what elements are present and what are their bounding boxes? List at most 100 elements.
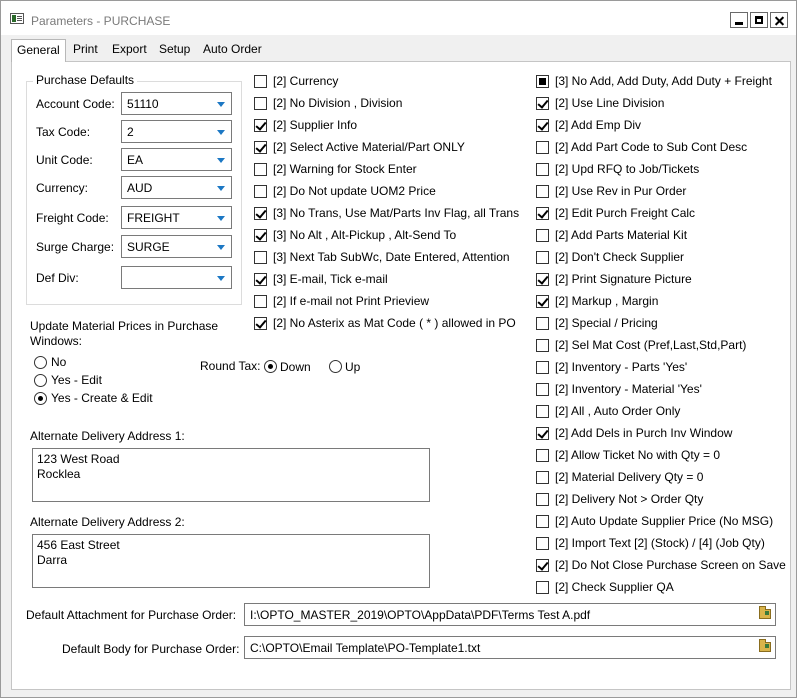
maximize-button[interactable]	[750, 12, 768, 28]
surge-charge-combo[interactable]: SURGE	[121, 235, 232, 258]
option-label: [2] Import Text [2] (Stock) / [4] (Job Q…	[555, 536, 765, 550]
freight-code-combo[interactable]: FREIGHT	[121, 206, 232, 229]
option-checkbox[interactable]	[254, 251, 267, 264]
alt-address-1-label: Alternate Delivery Address 1:	[30, 429, 185, 443]
option-checkbox[interactable]	[536, 163, 549, 176]
option-checkbox[interactable]	[536, 471, 549, 484]
option-label: [2] Add Dels in Purch Inv Window	[555, 426, 733, 440]
option-label: [2] Delivery Not > Order Qty	[555, 492, 704, 506]
account-code-label: Account Code:	[36, 97, 115, 111]
option-label: [2] Auto Update Supplier Price (No MSG)	[555, 514, 774, 528]
close-button[interactable]	[770, 12, 788, 28]
update-prices-edit-radio[interactable]	[34, 374, 47, 387]
option-label: [2] No Asterix as Mat Code ( * ) allowed…	[273, 316, 516, 330]
title-bar: Parameters - PURCHASE	[1, 1, 796, 35]
option-checkbox[interactable]	[536, 339, 549, 352]
folder-browse-icon[interactable]	[759, 639, 771, 652]
option-label: [2] Use Rev in Pur Order	[555, 184, 687, 198]
option-label: [2] Do Not update UOM2 Price	[273, 184, 436, 198]
option-label: [2] If e-mail not Print Prieview	[273, 294, 430, 308]
option-label: [2] Add Part Code to Sub Cont Desc	[555, 140, 748, 154]
option-checkbox[interactable]	[536, 119, 549, 132]
option-checkbox[interactable]	[536, 493, 549, 506]
option-checkbox[interactable]	[254, 97, 267, 110]
tax-code-combo[interactable]: 2	[121, 120, 232, 143]
minimize-button[interactable]	[730, 12, 748, 28]
option-checkbox[interactable]	[536, 185, 549, 198]
chevron-down-icon	[217, 186, 225, 191]
update-prices-create-edit-radio[interactable]	[34, 392, 47, 405]
option-checkbox[interactable]	[536, 207, 549, 220]
chevron-down-icon	[217, 158, 225, 163]
option-checkbox[interactable]	[254, 119, 267, 132]
folder-browse-icon[interactable]	[759, 606, 771, 619]
option-checkbox[interactable]	[254, 273, 267, 286]
default-attachment-label: Default Attachment for Purchase Order:	[26, 608, 237, 622]
default-body-label: Default Body for Purchase Order:	[62, 642, 240, 656]
option-label: [2] Allow Ticket No with Qty = 0	[555, 448, 721, 462]
option-checkbox[interactable]	[254, 295, 267, 308]
chevron-down-icon	[217, 216, 225, 221]
option-checkbox[interactable]	[536, 581, 549, 594]
tab-auto-order[interactable]: Auto Order	[198, 39, 267, 61]
option-checkbox[interactable]	[536, 97, 549, 110]
parameters-window: Parameters - PURCHASE General Print Expo…	[0, 0, 797, 698]
def-div-combo[interactable]	[121, 266, 232, 289]
option-label: [2] Sel Mat Cost (Pref,Last,Std,Part)	[555, 338, 747, 352]
option-label: [2] All , Auto Order Only	[555, 404, 681, 418]
option-label: [3] E-mail, Tick e-mail	[273, 272, 388, 286]
option-checkbox[interactable]	[536, 383, 549, 396]
alt-address-1-textarea[interactable]: 123 West Road Rocklea	[32, 448, 430, 502]
tab-setup[interactable]: Setup	[154, 39, 195, 61]
alt-address-2-textarea[interactable]: 456 East Street Darra	[32, 534, 430, 588]
option-checkbox[interactable]	[536, 273, 549, 286]
chevron-down-icon	[217, 130, 225, 135]
option-checkbox[interactable]	[536, 537, 549, 550]
option-label: [2] Select Active Material/Part ONLY	[273, 140, 465, 154]
option-checkbox[interactable]	[536, 141, 549, 154]
option-checkbox[interactable]	[536, 515, 549, 528]
option-checkbox[interactable]	[536, 295, 549, 308]
option-label: [2] Inventory - Parts 'Yes'	[555, 360, 688, 374]
currency-combo[interactable]: AUD	[121, 176, 232, 199]
option-checkbox[interactable]	[536, 361, 549, 374]
option-checkbox[interactable]	[254, 229, 267, 242]
update-prices-label: Update Material Prices in Purchase Windo…	[30, 319, 219, 348]
round-tax-down-label: Down	[280, 360, 311, 374]
option-checkbox[interactable]	[254, 317, 267, 330]
option-checkbox[interactable]	[536, 317, 549, 330]
update-prices-no-radio[interactable]	[34, 356, 47, 369]
option-checkbox[interactable]	[536, 559, 549, 572]
option-label: [2] Markup , Margin	[555, 294, 659, 308]
tax-code-label: Tax Code:	[36, 125, 91, 139]
default-body-field[interactable]: C:\OPTO\Email Template\PO-Template1.txt	[244, 636, 776, 659]
tab-print[interactable]: Print	[68, 39, 103, 61]
option-checkbox[interactable]	[536, 229, 549, 242]
option-checkbox[interactable]	[536, 251, 549, 264]
option-checkbox[interactable]	[254, 75, 267, 88]
option-label: [2] Currency	[273, 74, 339, 88]
unit-code-combo[interactable]: EA	[121, 148, 232, 171]
option-label: [2] Edit Purch Freight Calc	[555, 206, 696, 220]
alt-address-1-line: Rocklea	[37, 467, 81, 481]
option-checkbox[interactable]	[536, 75, 549, 88]
option-label: [2] Don't Check Supplier	[555, 250, 685, 264]
option-checkbox[interactable]	[536, 427, 549, 440]
alt-address-2-line: 456 East Street	[37, 538, 120, 552]
chevron-down-icon	[217, 102, 225, 107]
option-checkbox[interactable]	[536, 449, 549, 462]
option-checkbox[interactable]	[254, 163, 267, 176]
round-tax-up-radio[interactable]	[329, 360, 342, 373]
option-checkbox[interactable]	[254, 141, 267, 154]
tab-general[interactable]: General	[11, 39, 66, 62]
account-code-combo[interactable]: 51110	[121, 92, 232, 115]
round-tax-down-radio[interactable]	[264, 360, 277, 373]
option-checkbox[interactable]	[536, 405, 549, 418]
option-checkbox[interactable]	[254, 207, 267, 220]
default-attachment-field[interactable]: I:\OPTO_MASTER_2019\OPTO\AppData\PDF\Ter…	[244, 603, 776, 626]
option-checkbox[interactable]	[254, 185, 267, 198]
purchase-defaults-title: Purchase Defaults	[33, 73, 138, 87]
tab-export[interactable]: Export	[107, 39, 152, 61]
option-label: [2] Use Line Division	[555, 96, 665, 110]
general-tab-panel: Purchase Defaults Account Code: 51110 Ta…	[11, 61, 791, 690]
